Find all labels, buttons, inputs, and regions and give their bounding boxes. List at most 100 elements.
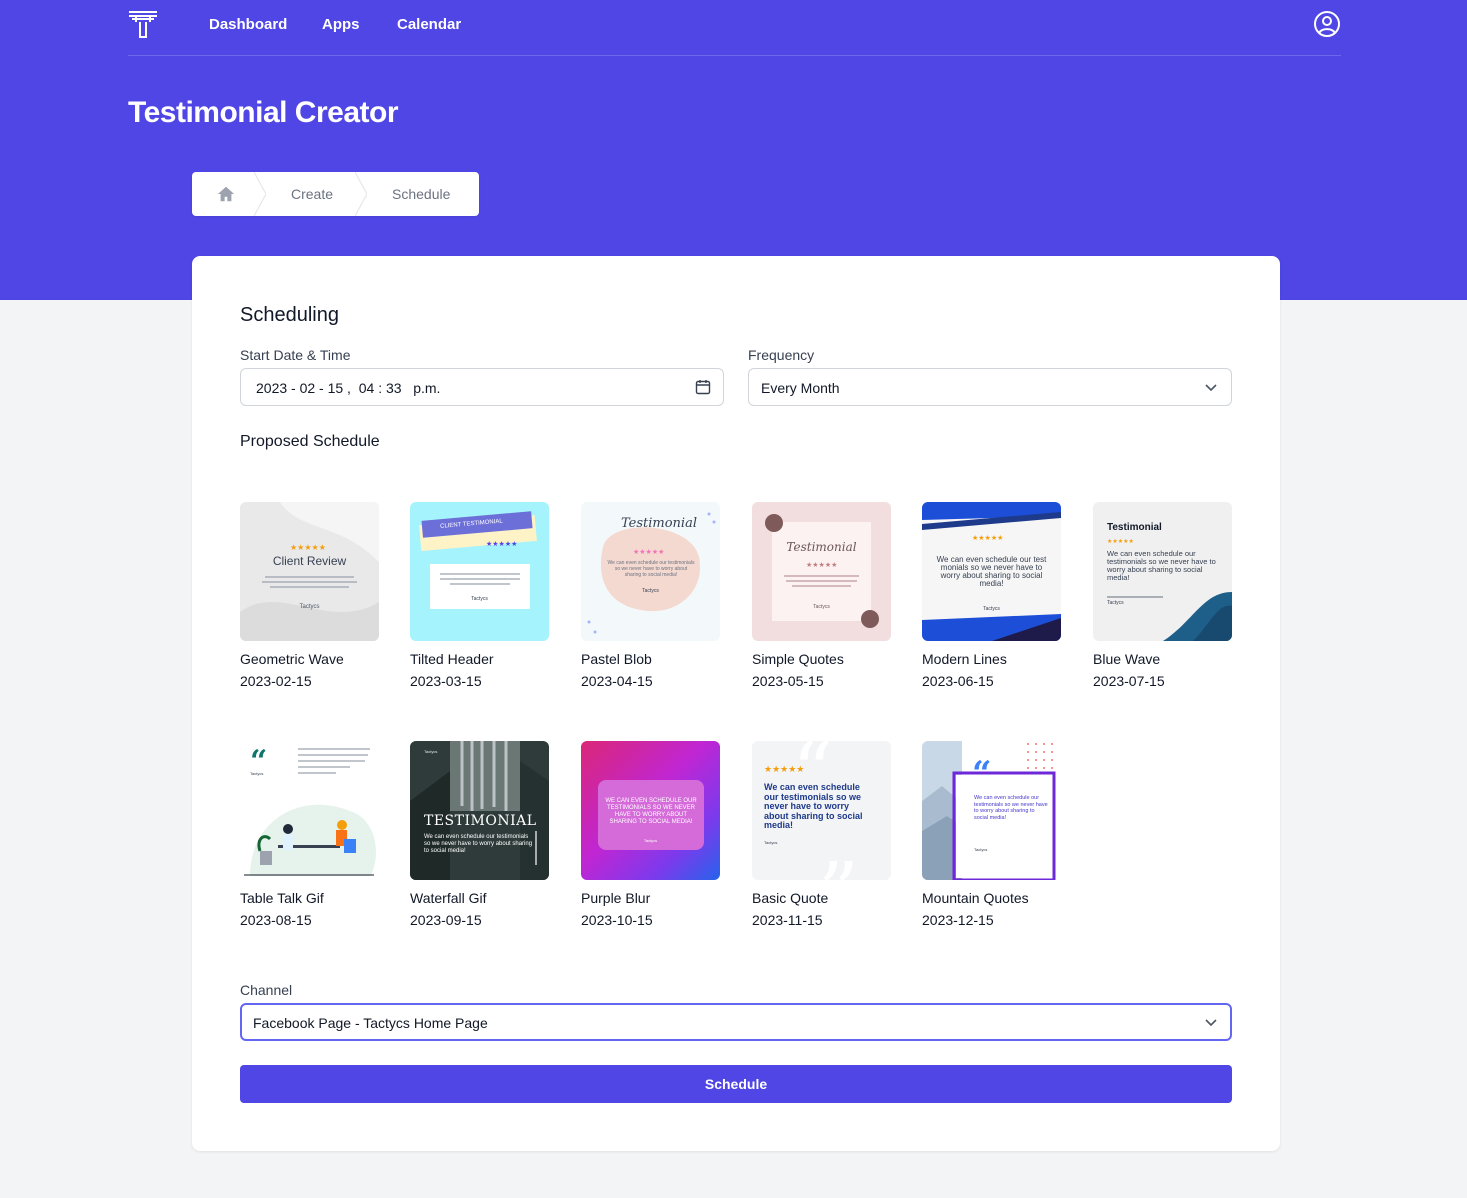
home-icon[interactable]	[217, 185, 235, 203]
calendar-icon[interactable]	[695, 379, 711, 395]
svg-text:“: “	[972, 754, 992, 794]
template-thumbnail[interactable]: “ ” ★★★★★ We can even schedule our testi…	[752, 741, 891, 880]
thumb-brand: Tactycs	[983, 606, 1000, 612]
template-thumbnail[interactable]: ★★★★★ We can even schedule our test moni…	[922, 502, 1061, 641]
thumb-brand: Tactycs	[642, 588, 659, 594]
template-card[interactable]: “ Tactycs Table Talk Gif 2023-08-15	[240, 741, 379, 928]
svg-text:★★★★★: ★★★★★	[806, 561, 837, 569]
template-card[interactable]: ★★★★★ Testimonial We can even schedule o…	[581, 502, 720, 689]
thumb-brand: Tactycs	[643, 838, 658, 843]
breadcrumb: Create Schedule	[192, 172, 479, 216]
template-date: 2023-03-15	[410, 673, 482, 689]
template-name: Blue Wave	[1093, 651, 1161, 667]
breadcrumb-item-create[interactable]: Create	[291, 186, 333, 202]
thumb-body: We can even schedule our testimonials so…	[974, 795, 1048, 821]
svg-text:★★★★★: ★★★★★	[290, 543, 326, 552]
thumb-headline: Client Review	[272, 554, 347, 568]
user-circle-icon[interactable]	[1313, 10, 1341, 38]
template-date: 2023-09-15	[410, 912, 482, 928]
template-name: Geometric Wave	[240, 651, 344, 667]
template-date: 2023-07-15	[1093, 673, 1165, 689]
tactycs-logo[interactable]	[128, 10, 158, 38]
thumb-headline: Testimonial	[786, 540, 857, 554]
template-thumbnail[interactable]: ★★★★★ CLIENT TESTIMONIAL Tactycs	[410, 502, 549, 641]
section-title: Scheduling	[240, 304, 339, 326]
template-card[interactable]: WE CAN EVEN SCHEDULE OUR TESTIMONIALS SO…	[581, 741, 720, 928]
start-datetime-input[interactable]: 2023 - 02 - 15 , 04 : 33 p.m.	[240, 368, 724, 406]
thumb-headline: TESTIMONIAL	[424, 813, 537, 829]
template-card[interactable]: “ We can even schedule our testimonials …	[922, 741, 1061, 928]
svg-text:★★★★★: ★★★★★	[486, 540, 517, 548]
template-card[interactable]: “ ” ★★★★★ We can even schedule our testi…	[752, 741, 891, 928]
template-date: 2023-06-15	[922, 673, 994, 689]
thumb-brand: Tactycs	[299, 604, 320, 610]
thumb-headline: Testimonial	[1107, 522, 1162, 533]
svg-text:★★★★★: ★★★★★	[633, 548, 664, 556]
thumb-body: We can even schedule our test monials so…	[936, 555, 1047, 588]
template-date: 2023-04-15	[581, 673, 653, 689]
template-name: Mountain Quotes	[922, 890, 1029, 906]
thumb-brand: Tactycs	[974, 847, 988, 852]
svg-text:★★★★★: ★★★★★	[764, 765, 804, 775]
template-date: 2023-05-15	[752, 673, 824, 689]
nav-link-apps[interactable]: Apps	[322, 16, 360, 33]
template-name: Simple Quotes	[752, 651, 844, 667]
template-name: Purple Blur	[581, 890, 651, 906]
thumb-brand: Tactycs	[1107, 600, 1124, 606]
breadcrumb-separator	[254, 172, 266, 216]
template-thumbnail[interactable]: “ Tactycs	[240, 741, 379, 880]
channel-label: Channel	[240, 982, 293, 998]
thumb-brand: Tactycs	[813, 604, 830, 610]
nav-link-dashboard[interactable]: Dashboard	[209, 16, 287, 33]
template-date: 2023-08-15	[240, 912, 312, 928]
template-name: Waterfall Gif	[410, 890, 487, 906]
template-date: 2023-11-15	[752, 912, 823, 928]
template-card[interactable]: ★★★★★ We can even schedule our test moni…	[922, 502, 1061, 689]
svg-text:”: ”	[818, 845, 859, 880]
proposed-schedule-title: Proposed Schedule	[240, 433, 380, 450]
page-title: Testimonial Creator	[128, 96, 399, 129]
template-date: 2023-12-15	[922, 912, 994, 928]
svg-text:★★★★★: ★★★★★	[1107, 538, 1134, 545]
template-name: Modern Lines	[922, 651, 1007, 667]
thumb-body: We can even schedule our testimonials so…	[764, 782, 863, 830]
nav-link-calendar[interactable]: Calendar	[397, 16, 461, 33]
template-date: 2023-10-15	[581, 912, 653, 928]
template-thumbnail[interactable]: ★★★★★ Client Review Tactycs	[240, 502, 379, 641]
start-date-label: Start Date & Time	[240, 347, 351, 363]
chevron-down-icon	[1205, 1019, 1217, 1027]
template-thumbnail[interactable]: “ We can even schedule our testimonials …	[922, 741, 1061, 880]
thumb-brand: Tactycs	[764, 840, 778, 845]
schedule-button[interactable]: Schedule	[240, 1065, 1232, 1103]
thumb-body: WE CAN EVEN SCHEDULE OUR TESTIMONIALS SO…	[605, 798, 697, 825]
start-datetime-value: 2023 - 02 - 15 , 04 : 33 p.m.	[256, 380, 441, 396]
template-name: Pastel Blob	[581, 651, 652, 667]
template-name: Table Talk Gif	[240, 890, 324, 906]
template-card[interactable]: ★★★★★ Testimonial Tactycs Simple Quotes …	[752, 502, 891, 689]
channel-select[interactable]: Facebook Page - Tactycs Home Page	[240, 1003, 1232, 1041]
template-thumbnail[interactable]: Tactycs TESTIMONIAL We can even schedule…	[410, 741, 549, 880]
template-thumbnail[interactable]: ★★★★★ Testimonial We can even schedule o…	[1093, 502, 1232, 641]
template-name: Tilted Header	[410, 651, 494, 667]
thumb-body: We can even schedule our testimonials so…	[424, 834, 533, 854]
top-navigation: Dashboard Apps Calendar	[128, 0, 1341, 56]
frequency-value: Every Month	[761, 380, 840, 396]
scheduling-card: Scheduling Start Date & Time 2023 - 02 -…	[192, 256, 1280, 1151]
channel-value: Facebook Page - Tactycs Home Page	[253, 1015, 488, 1031]
template-card[interactable]: Tactycs TESTIMONIAL We can even schedule…	[410, 741, 549, 928]
template-card[interactable]: ★★★★★ Client Review Tactycs Geometric Wa…	[240, 502, 379, 689]
thumb-brand: Tactycs	[471, 596, 488, 602]
template-name: Basic Quote	[752, 890, 829, 906]
template-thumbnail[interactable]: ★★★★★ Testimonial We can even schedule o…	[581, 502, 720, 641]
frequency-select[interactable]: Every Month	[748, 368, 1232, 406]
frequency-label: Frequency	[748, 347, 815, 363]
template-thumbnail[interactable]: ★★★★★ Testimonial Tactycs	[752, 502, 891, 641]
thumb-brand: Tactycs	[250, 771, 264, 776]
template-thumbnail[interactable]: WE CAN EVEN SCHEDULE OUR TESTIMONIALS SO…	[581, 741, 720, 880]
template-card[interactable]: ★★★★★ CLIENT TESTIMONIAL Tactycs Tilted …	[410, 502, 549, 689]
svg-text:★★★★★: ★★★★★	[972, 534, 1003, 542]
breadcrumb-item-schedule[interactable]: Schedule	[392, 186, 450, 202]
thumb-brand: Tactycs	[424, 749, 438, 754]
breadcrumb-separator	[355, 172, 367, 216]
template-card[interactable]: ★★★★★ Testimonial We can even schedule o…	[1093, 502, 1232, 689]
